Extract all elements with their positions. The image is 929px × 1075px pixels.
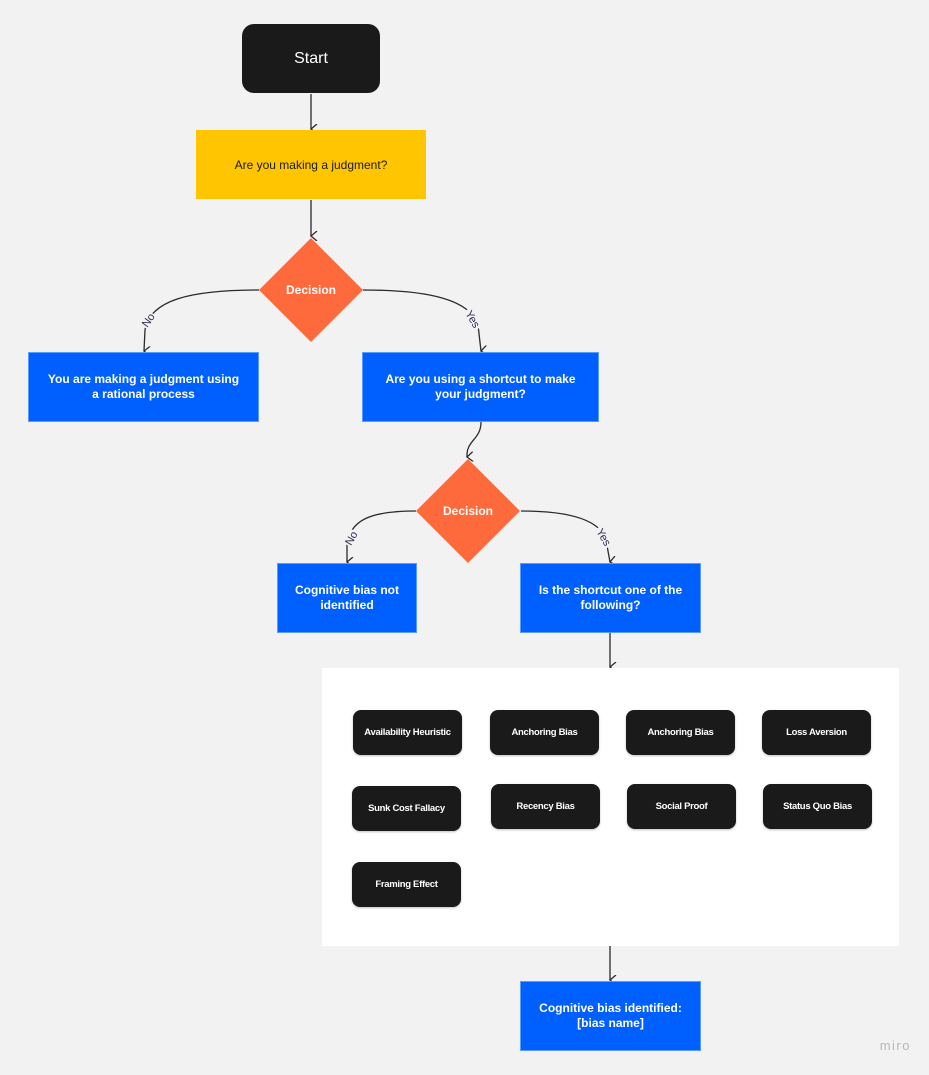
bias-not-identified-node[interactable]: Cognitive bias not identified <box>277 563 417 633</box>
bias-chip-label: Framing Effect <box>375 879 438 890</box>
bias-chip-label: Availability Heuristic <box>364 727 451 738</box>
start-label: Start <box>294 49 328 67</box>
connector-shortcut-to-decision2 <box>467 421 482 457</box>
connector-decision2-yes <box>520 510 610 562</box>
bias-chip-label: Social Proof <box>655 801 708 812</box>
bias-chip[interactable]: Anchoring Bias <box>490 710 599 755</box>
bias-chip[interactable]: Framing Effect <box>352 862 461 907</box>
judgment-question-label: Are you making a judgment? <box>234 157 388 172</box>
decision2-no-label: No <box>343 529 360 547</box>
bias-identified-label: Cognitive bias identified: [bias name] <box>539 1001 682 1030</box>
bias-identified-node[interactable]: Cognitive bias identified: [bias name] <box>520 981 701 1051</box>
shortcut-question-label: Are you using a shortcut to make your ju… <box>385 372 576 401</box>
decision2-node[interactable]: Decision <box>416 459 520 563</box>
bias-chip[interactable]: Anchoring Bias <box>626 710 735 755</box>
decision2-label: Decision <box>442 504 493 518</box>
judgment-question-node[interactable]: Are you making a judgment? <box>196 130 426 199</box>
decision1-yes-label: Yes <box>462 309 482 331</box>
decision1-node[interactable]: Decision <box>259 238 363 342</box>
bias-chip[interactable]: Loss Aversion <box>762 710 871 755</box>
bias-chip-label: Anchoring Bias <box>511 727 578 738</box>
bias-not-identified-label: Cognitive bias not identified <box>294 583 399 612</box>
shortcut-list-question-label: Is the shortcut one of the following? <box>538 583 683 612</box>
rational-process-label: You are making a judgment using a ration… <box>47 372 240 401</box>
bias-chip-label: Anchoring Bias <box>647 727 714 738</box>
shortcut-question-node[interactable]: Are you using a shortcut to make your ju… <box>362 352 599 422</box>
bias-chip-label: Status Quo Bias <box>783 801 852 812</box>
decision2-yes-label: Yes <box>593 527 613 549</box>
decision1-no-label: No <box>140 311 158 329</box>
bias-chip-label: Recency Bias <box>516 801 575 812</box>
start-node[interactable]: Start <box>242 24 380 93</box>
miro-watermark: miro <box>879 1038 911 1053</box>
bias-chip[interactable]: Status Quo Bias <box>763 784 872 829</box>
connector-decision1-no <box>144 289 260 351</box>
bias-chip-label: Sunk Cost Fallacy <box>368 803 445 814</box>
rational-process-node[interactable]: You are making a judgment using a ration… <box>28 352 259 422</box>
connector-decision2-no <box>347 510 417 562</box>
connector-decision1-yes <box>362 289 481 351</box>
bias-chip[interactable]: Availability Heuristic <box>353 710 462 755</box>
decision1-label: Decision <box>285 283 336 297</box>
bias-chip[interactable]: Social Proof <box>627 784 736 829</box>
bias-chip[interactable]: Sunk Cost Fallacy <box>352 786 461 831</box>
bias-chip[interactable]: Recency Bias <box>491 784 600 829</box>
shortcut-list-question-node[interactable]: Is the shortcut one of the following? <box>520 563 701 633</box>
bias-chip-label: Loss Aversion <box>786 727 847 738</box>
